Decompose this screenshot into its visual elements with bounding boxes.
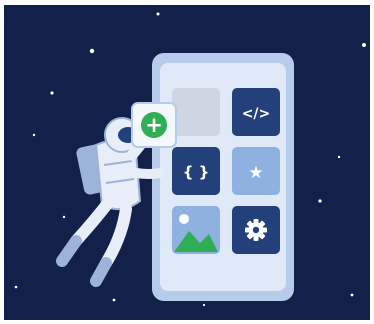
curly-braces-icon: { } [183,163,210,181]
star-dot [318,199,322,203]
plus-icon: + [145,113,163,137]
star-dot [112,298,116,302]
star-dot [156,12,160,16]
phone-mockup: </> { } ★ [152,53,294,301]
illustration-frame: </> { } ★ + [4,5,370,320]
app-builder-illustration: </> { } ★ + [14,12,366,307]
star-dot [14,285,18,289]
code-brackets-icon: </> [242,106,271,122]
star-dot [337,155,341,159]
star-icon: ★ [248,163,263,183]
tile-empty [172,88,220,136]
star-dot [32,133,36,137]
gear-icon [245,219,267,241]
star-dot [50,91,54,95]
add-badge: + [131,102,177,148]
star-dot [202,303,206,307]
star-dot [350,293,354,297]
star-dot [362,43,366,47]
star-dot [89,48,95,54]
star-dot [62,215,66,219]
